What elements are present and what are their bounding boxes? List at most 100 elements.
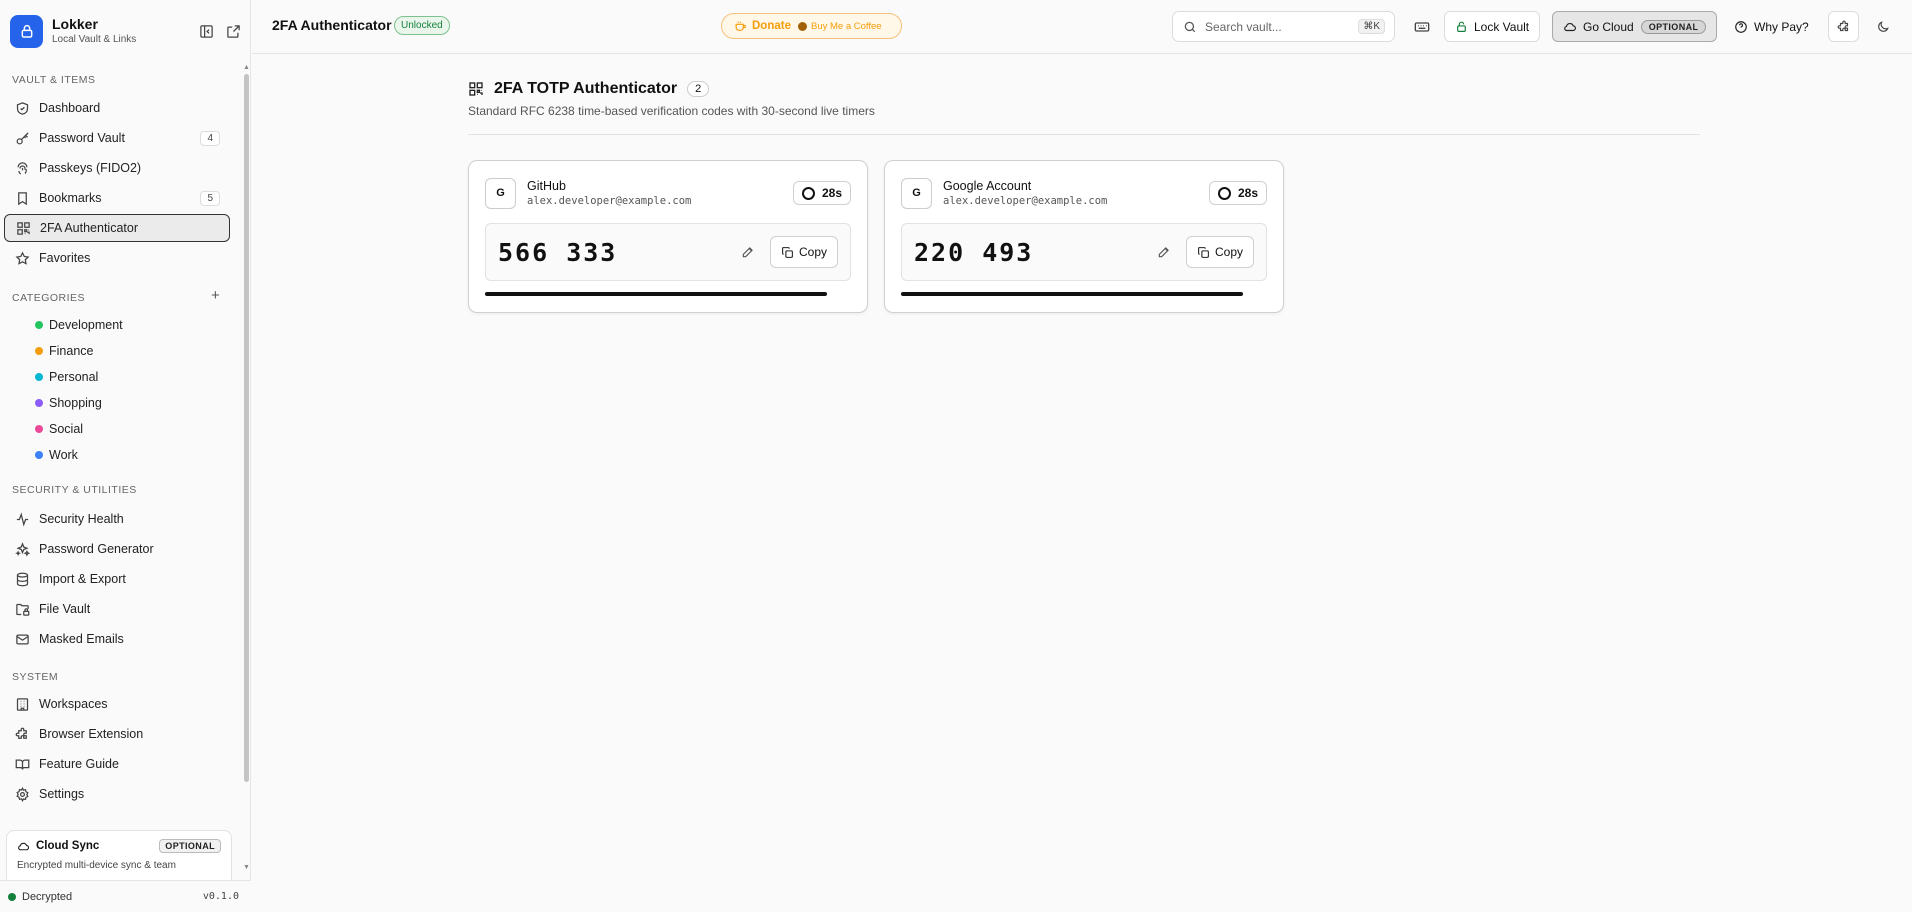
category-dot [35, 347, 43, 355]
qr-code-icon [468, 81, 484, 97]
section-title: 2FA TOTP Authenticator [494, 80, 678, 97]
code-box: 220 493 Copy [901, 223, 1267, 281]
status-dot [8, 892, 16, 901]
sidebar: Lokker Local Vault & Links VAULT & ITEMS… [0, 0, 251, 912]
account-name: Google Account [943, 179, 1032, 193]
section-label-security: SECURITY & UTILITIES [12, 484, 137, 496]
category-social[interactable]: Social [35, 418, 83, 440]
copy-label: Copy [1214, 245, 1243, 259]
cloud-icon [1563, 20, 1577, 34]
sidebar-item-browser-extension[interactable]: Browser Extension [4, 720, 230, 748]
search-box[interactable]: ⌘K [1172, 11, 1395, 42]
sidebar-item-masked-emails[interactable]: Masked Emails [4, 625, 230, 653]
sidebar-scrollbar[interactable] [244, 74, 249, 782]
sidebar-item-workspaces[interactable]: Workspaces [4, 690, 230, 718]
time-progress-bar [901, 292, 1267, 296]
extension-button[interactable] [1828, 11, 1859, 42]
sidebar-item-label: Dashboard [39, 101, 101, 115]
copy-button[interactable]: Copy [769, 236, 838, 268]
gear-icon [14, 786, 30, 802]
sidebar-item-label: Bookmarks [39, 191, 102, 205]
database-icon [14, 571, 30, 587]
sidebar-item-label: Settings [39, 787, 85, 801]
shortcut-hint: ⌘K [1358, 19, 1385, 34]
account-email: alex.developer@example.com [943, 195, 1108, 207]
category-personal[interactable]: Personal [35, 366, 98, 388]
external-link-icon[interactable] [225, 23, 242, 40]
edit-icon[interactable] [738, 242, 758, 262]
app-subtitle: Local Vault & Links [52, 34, 137, 45]
theme-toggle-button[interactable] [1870, 11, 1896, 42]
lock-vault-button[interactable]: Lock Vault [1444, 11, 1541, 42]
sidebar-item-favorites[interactable]: Favorites [4, 244, 230, 272]
category-dot [35, 399, 43, 407]
edit-icon[interactable] [1154, 242, 1174, 262]
donate-button[interactable]: Donate Buy Me a Coffee [721, 13, 902, 39]
count-badge: 4 [200, 130, 220, 146]
vault-status: Decrypted [22, 890, 73, 903]
lock-icon [1455, 20, 1468, 33]
scroll-down-arrow-icon[interactable]: ▼ [243, 864, 250, 871]
scroll-up-arrow-icon[interactable]: ▲ [243, 64, 250, 71]
sidebar-item-settings[interactable]: Settings [4, 780, 230, 808]
section-subtitle: Standard RFC 6238 time-based verificatio… [468, 104, 875, 118]
category-dot [35, 373, 43, 381]
add-category-icon[interactable]: + [211, 287, 220, 304]
sidebar-item-label: Feature Guide [39, 757, 119, 771]
app-name: Lokker [52, 16, 98, 32]
fingerprint-icon [14, 160, 30, 176]
time-progress-bar [485, 292, 851, 296]
totp-code[interactable]: 220 493 [914, 238, 1033, 267]
category-label: Personal [49, 370, 99, 384]
bookmark-icon [14, 190, 30, 206]
sidebar-item-passkeys[interactable]: Passkeys (FIDO2) [4, 154, 230, 182]
category-label: Social [49, 422, 84, 436]
sidebar-item-label: Favorites [39, 251, 91, 265]
account-name: GitHub [527, 179, 566, 193]
progress-fill [485, 292, 827, 296]
star-icon [14, 250, 30, 266]
collapse-sidebar-icon[interactable] [198, 23, 215, 40]
copy-button[interactable]: Copy [1185, 236, 1254, 268]
sidebar-item-password-vault[interactable]: Password Vault 4 [4, 124, 230, 152]
sidebar-item-security-health[interactable]: Security Health [4, 505, 230, 533]
cloud-icon [17, 840, 30, 853]
activity-icon [14, 511, 30, 527]
sidebar-item-password-generator[interactable]: Password Generator [4, 535, 230, 563]
search-input[interactable] [1205, 19, 1345, 34]
category-finance[interactable]: Finance [35, 340, 93, 362]
category-dot [35, 451, 43, 459]
help-circle-icon [1734, 20, 1748, 34]
progress-fill [901, 292, 1243, 296]
puzzle-icon [1837, 20, 1851, 34]
totp-code[interactable]: 566 333 [498, 238, 617, 267]
category-label: Work [49, 448, 78, 462]
buy-me-a-coffee-label: Buy Me a Coffee [810, 20, 882, 32]
sidebar-item-bookmarks[interactable]: Bookmarks 5 [4, 184, 230, 212]
sidebar-item-dashboard[interactable]: Dashboard [4, 94, 230, 122]
sidebar-item-label: Workspaces [39, 697, 108, 711]
category-development[interactable]: Development [35, 314, 123, 336]
account-email: alex.developer@example.com [527, 195, 692, 207]
sidebar-item-label: Passkeys (FIDO2) [39, 161, 142, 175]
sidebar-item-2fa-authenticator[interactable]: 2FA Authenticator [4, 214, 230, 242]
category-label: Shopping [49, 396, 102, 410]
category-shopping[interactable]: Shopping [35, 392, 102, 414]
cloud-sync-card[interactable]: Cloud Sync OPTIONAL Encrypted multi-devi… [6, 830, 232, 886]
book-icon [14, 756, 30, 772]
shield-icon [14, 100, 30, 116]
why-pay-button[interactable]: Why Pay? [1734, 11, 1809, 42]
sidebar-item-feature-guide[interactable]: Feature Guide [4, 750, 230, 778]
countdown-timer: 28s [1208, 181, 1267, 205]
brand: Lokker Local Vault & Links [10, 13, 242, 49]
top-bar: 2FA Authenticator Unlocked Donate Buy Me… [252, 0, 1912, 54]
category-dot [35, 321, 43, 329]
go-cloud-button[interactable]: Go Cloud OPTIONAL [1552, 11, 1718, 42]
category-label: Development [49, 318, 123, 332]
count-badge: 5 [200, 190, 220, 206]
category-work[interactable]: Work [35, 444, 78, 466]
sidebar-item-import-export[interactable]: Import & Export [4, 565, 230, 593]
keyboard-shortcuts-button[interactable] [1410, 11, 1434, 42]
timer-value: 28s [1237, 186, 1258, 200]
sidebar-item-file-vault[interactable]: File Vault [4, 595, 230, 623]
